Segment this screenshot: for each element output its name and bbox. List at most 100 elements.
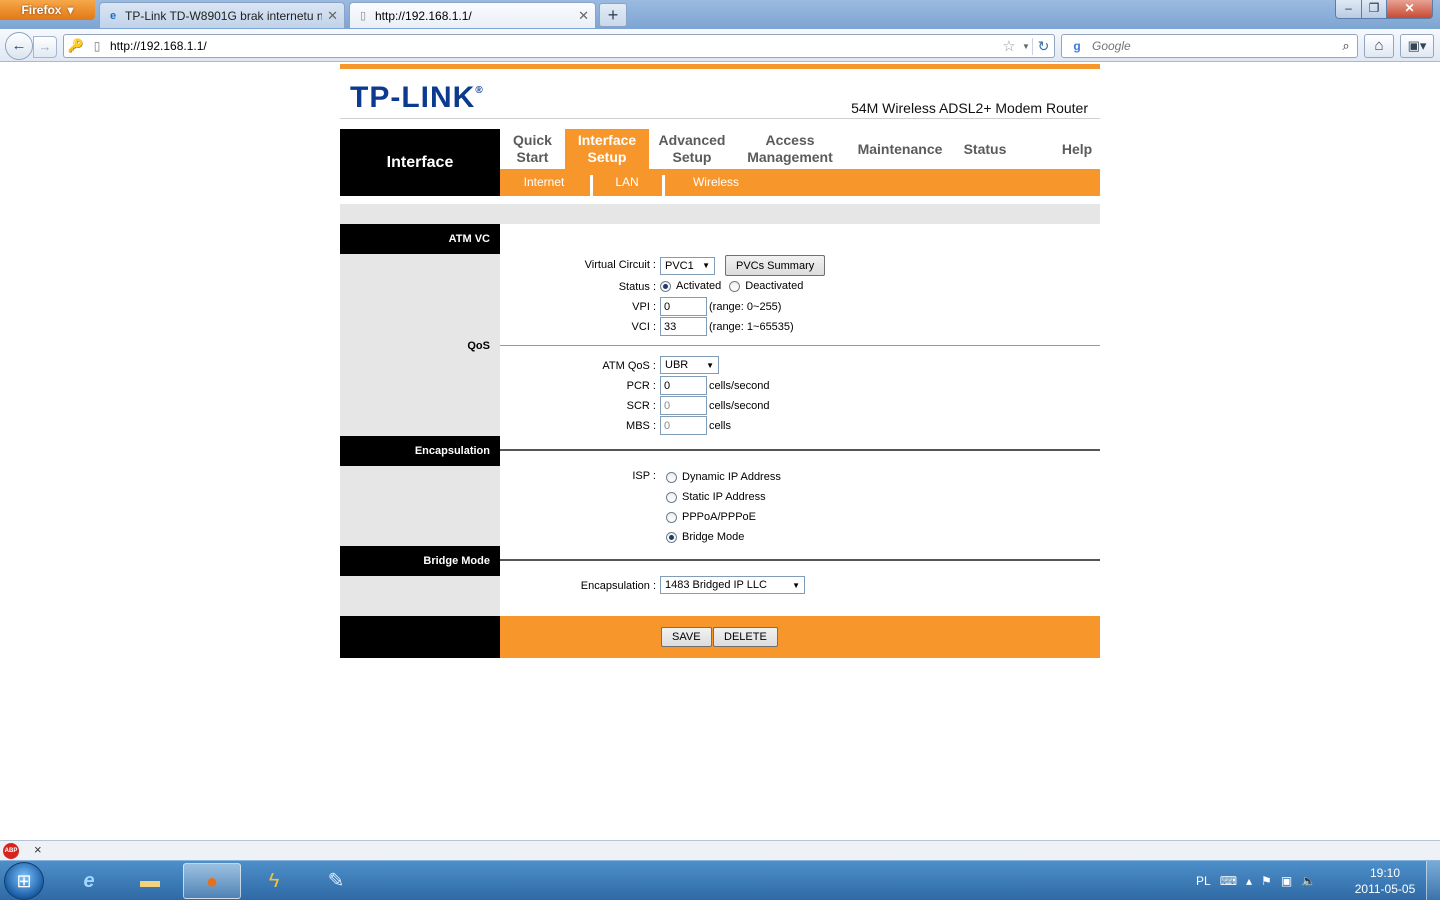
bridge-encapsulation-row: Encapsulation : 1483 Bridged IP LLC ▼ [500, 576, 1100, 596]
show-desktop-button[interactable] [1426, 861, 1440, 900]
paint-icon[interactable]: ✎ [307, 863, 365, 899]
submenu-wireless[interactable]: Wireless [680, 169, 752, 196]
menu-access-management[interactable]: Access Management [735, 129, 845, 169]
vci-label: VCI : [631, 321, 656, 333]
home-button[interactable]: ⌂ [1364, 34, 1394, 58]
status-deactivated-label: Deactivated [745, 280, 804, 292]
scr-input[interactable] [660, 396, 707, 415]
menu-advanced-setup[interactable]: Advanced Setup [649, 129, 735, 169]
pvcs-summary-button[interactable]: PVCs Summary [725, 255, 826, 276]
clock[interactable]: 19:10 2011-05-05 [1352, 865, 1418, 897]
submenu-bar: Internet LAN Wireless [500, 169, 1100, 196]
search-input[interactable] [1092, 39, 1335, 53]
navigation-toolbar: ← → 🔑 ▯ http://192.168.1.1/ ☆ ▼ ↻ g ⌕ ⌂ … [0, 29, 1440, 62]
virtual-circuit-row: Virtual Circuit : PVC1 ▼ PVCs Summary [500, 255, 1100, 276]
atm-qos-select[interactable]: UBR ▼ [660, 356, 719, 374]
windows-logo-icon: ⊞ [16, 871, 32, 891]
close-icon[interactable]: ✕ [327, 8, 338, 24]
mbs-label: MBS : [626, 420, 656, 432]
vci-input[interactable] [660, 317, 707, 336]
vpi-label: VPI : [632, 301, 656, 313]
adblock-plus-icon[interactable]: ABP [3, 843, 19, 859]
isp-dynamic-radio[interactable] [666, 471, 677, 483]
bookmark-star-icon[interactable]: ☆ [998, 37, 1020, 55]
tab-tplink-forum[interactable]: e TP-Link TD-W8901G brak internetu n... … [99, 2, 345, 28]
isp-option-static: Static IP Address [500, 491, 1100, 511]
volume-icon[interactable]: 🔈 [1301, 874, 1316, 888]
network-icon[interactable]: ▣ [1281, 874, 1292, 888]
new-tab-button[interactable]: + [599, 3, 627, 27]
bridge-encapsulation-select[interactable]: 1483 Bridged IP LLC ▼ [660, 576, 805, 594]
close-icon[interactable]: ✕ [578, 8, 589, 24]
back-button[interactable]: ← [5, 32, 33, 60]
router-header: TP-LINK® 54M Wireless ADSL2+ Modem Route… [340, 69, 1100, 119]
firefox-icon[interactable]: ● [183, 863, 241, 899]
section-title: Interface [340, 129, 500, 196]
status-label: Status : [618, 281, 656, 293]
close-icon[interactable]: × [34, 842, 42, 857]
menu-help[interactable]: Help [1047, 129, 1107, 169]
delete-button[interactable]: DELETE [713, 627, 778, 647]
submenu-internet[interactable]: Internet [514, 169, 574, 196]
action-bar-right: SAVE DELETE [500, 616, 1100, 658]
url-history-dropdown-icon[interactable]: ▼ [1020, 42, 1032, 51]
isp-pppoe-label: PPPoA/PPPoE [682, 511, 756, 523]
menu-interface-setup[interactable]: Interface Setup [565, 129, 649, 169]
tplink-logo: TP-LINK® [350, 81, 484, 114]
home-icon: ⌂ [1374, 37, 1384, 54]
status-deactivated-radio[interactable] [729, 280, 741, 292]
search-icon[interactable]: ⌕ [1335, 38, 1357, 54]
isp-static-radio[interactable] [666, 491, 677, 503]
explorer-folder-icon[interactable]: ▬ [121, 863, 179, 899]
divider [500, 449, 1100, 451]
firefox-menu-button[interactable]: Firefox ▾ [0, 0, 95, 20]
site-identity-icon[interactable]: 🔑 [64, 38, 88, 54]
start-button[interactable]: ⊞ [4, 862, 44, 900]
tab-title: http://192.168.1.1/ [375, 8, 472, 23]
status-activated-label: Activated [676, 280, 722, 292]
clock-time: 19:10 [1369, 866, 1401, 880]
keyboard-icon[interactable]: ⌨ [1220, 874, 1237, 888]
tab-router[interactable]: ▯ http://192.168.1.1/ ✕ [349, 2, 596, 28]
chevron-down-icon: ▼ [792, 580, 800, 590]
action-bar-left [340, 616, 500, 658]
virtual-circuit-select[interactable]: PVC1 ▼ [660, 256, 715, 275]
chevron-up-icon[interactable]: ▴ [1246, 874, 1252, 888]
search-bar[interactable]: g ⌕ [1061, 34, 1358, 58]
menu-maintenance[interactable]: Maintenance [850, 129, 950, 169]
save-button[interactable]: SAVE [661, 627, 712, 647]
router-page: TP-LINK® 54M Wireless ADSL2+ Modem Route… [340, 64, 1100, 658]
mbs-input[interactable] [660, 416, 707, 435]
divider [500, 559, 1100, 561]
forward-button[interactable]: → [33, 36, 57, 58]
minimize-button[interactable]: – [1335, 0, 1362, 19]
reload-icon[interactable]: ↻ [1032, 37, 1054, 55]
status-activated-radio[interactable] [660, 280, 671, 292]
virtual-circuit-label: Virtual Circuit : [584, 259, 656, 271]
tools-button[interactable]: ▣▾ [1400, 34, 1434, 58]
url-input[interactable]: http://192.168.1.1/ [106, 39, 998, 53]
vpi-input[interactable] [660, 297, 707, 316]
menu-quick-start[interactable]: Quick Start [500, 129, 565, 169]
maximize-button[interactable]: ❐ [1361, 0, 1387, 19]
submenu-separator [590, 175, 593, 196]
internet-explorer-icon[interactable]: e [60, 863, 118, 899]
isp-bridge-radio[interactable] [666, 531, 677, 543]
firefox-menu-label: Firefox [21, 3, 62, 17]
mbs-unit: cells [709, 419, 732, 432]
submenu-lan[interactable]: LAN [602, 169, 652, 196]
pcr-label: PCR : [626, 380, 656, 392]
pcr-input[interactable] [660, 376, 707, 395]
url-bar[interactable]: 🔑 ▯ http://192.168.1.1/ ☆ ▼ ↻ [63, 34, 1055, 58]
status-row: Status : Activated Deactivated [500, 277, 1100, 297]
windows-taskbar: ⊞ e ▬ ● ϟ ✎ PL ⌨ ▴ ⚑ ▣ 🔈 19:10 2011-05-0… [0, 860, 1440, 900]
scr-unit: cells/second [709, 399, 770, 412]
winamp-icon[interactable]: ϟ [245, 863, 303, 899]
window-close-button[interactable]: ✕ [1386, 0, 1433, 19]
menu-status[interactable]: Status [955, 129, 1015, 169]
google-engine-icon[interactable]: g [1062, 39, 1092, 53]
isp-pppoe-radio[interactable] [666, 511, 677, 523]
language-indicator[interactable]: PL [1196, 874, 1211, 888]
flag-icon[interactable]: ⚑ [1261, 874, 1272, 888]
section-encapsulation: Encapsulation [340, 436, 500, 466]
